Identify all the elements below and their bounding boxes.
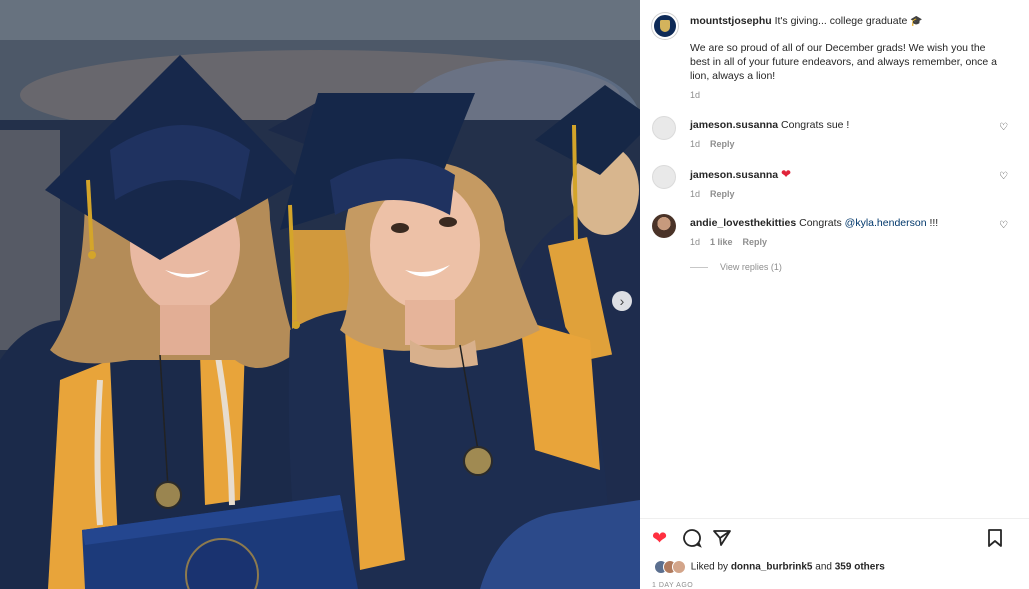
- comment-text-tail: !!!: [926, 217, 939, 229]
- actions-divider: [640, 518, 1029, 519]
- view-replies-button[interactable]: View replies (1): [690, 262, 782, 272]
- chevron-right-icon: ›: [619, 293, 625, 309]
- comment-icon[interactable]: [682, 528, 702, 552]
- comment-like-heart-icon[interactable]: ♡: [999, 171, 1008, 182]
- caption-first-line: It's giving... college graduate: [771, 15, 908, 27]
- comment-time: 1d: [690, 189, 701, 199]
- commenter-avatar[interactable]: [652, 165, 676, 189]
- author-avatar[interactable]: [652, 13, 678, 39]
- posted-ago: 1 DAY AGO: [652, 582, 694, 589]
- author-username[interactable]: mountstjosephu: [690, 15, 772, 27]
- view-replies-label: View replies (1): [720, 262, 782, 272]
- comment-time: 1d: [690, 139, 701, 149]
- likes-prefix: Liked by: [690, 561, 731, 573]
- comment-meta: 1d 1 like Reply: [690, 235, 980, 249]
- likes-middle: and: [812, 561, 835, 573]
- bookmark-icon[interactable]: [987, 528, 1003, 552]
- post-photo[interactable]: ›: [0, 0, 640, 589]
- post-actions-bar: ❤: [652, 528, 1008, 550]
- caption: mountstjosephu It's giving... college gr…: [690, 14, 1000, 102]
- comment-text: Congrats sue !: [778, 119, 850, 131]
- likes-summary: Liked by donna_burbrink5 and 359 others: [654, 560, 885, 575]
- caption-body: We are so proud of all of our December g…: [690, 42, 998, 82]
- shield-logo-icon: [660, 20, 670, 32]
- reply-button[interactable]: Reply: [743, 237, 768, 247]
- share-icon[interactable]: [712, 528, 732, 552]
- comment-meta: 1d Reply: [690, 187, 980, 201]
- reply-button[interactable]: Reply: [710, 139, 735, 149]
- commenter-avatar[interactable]: [652, 214, 676, 238]
- post-details-panel: mountstjosephu It's giving... college gr…: [640, 0, 1029, 589]
- replies-divider-line: [690, 267, 708, 269]
- heart-icon[interactable]: ❤: [652, 528, 667, 548]
- likes-others-link[interactable]: 359 others: [835, 562, 885, 573]
- caption-time: 1d: [690, 90, 701, 100]
- graduation-cap-emoji-icon: 🎓: [910, 16, 923, 27]
- mention-link[interactable]: @kyla.henderson: [845, 217, 927, 229]
- liker-username[interactable]: donna_burbrink5: [731, 562, 813, 573]
- comment-username[interactable]: jameson.susanna: [690, 169, 778, 181]
- comment-like-heart-icon[interactable]: ♡: [999, 220, 1008, 231]
- commenter-avatar[interactable]: [652, 116, 676, 140]
- next-photo-button[interactable]: ›: [612, 291, 632, 311]
- comment-username[interactable]: andie_lovesthekitties: [690, 217, 796, 229]
- comment-like-heart-icon[interactable]: ♡: [999, 122, 1008, 133]
- red-heart-emoji-icon: ❤: [781, 167, 792, 181]
- comment-body: jameson.susanna ❤ 1d Reply: [690, 167, 980, 201]
- comment-meta: 1d Reply: [690, 137, 980, 151]
- comment-body: andie_lovesthekitties Congrats @kyla.hen…: [690, 216, 980, 249]
- liker-avatar: [672, 560, 686, 574]
- comment-time: 1d: [690, 237, 701, 247]
- comment-likes-count[interactable]: 1 like: [710, 237, 733, 247]
- comment-body: jameson.susanna Congrats sue ! 1d Reply: [690, 118, 980, 151]
- liker-avatars: [654, 560, 688, 574]
- comment-username[interactable]: jameson.susanna: [690, 119, 778, 131]
- graduation-photo: [0, 0, 640, 589]
- comment-text: Congrats: [796, 217, 845, 229]
- reply-button[interactable]: Reply: [710, 189, 735, 199]
